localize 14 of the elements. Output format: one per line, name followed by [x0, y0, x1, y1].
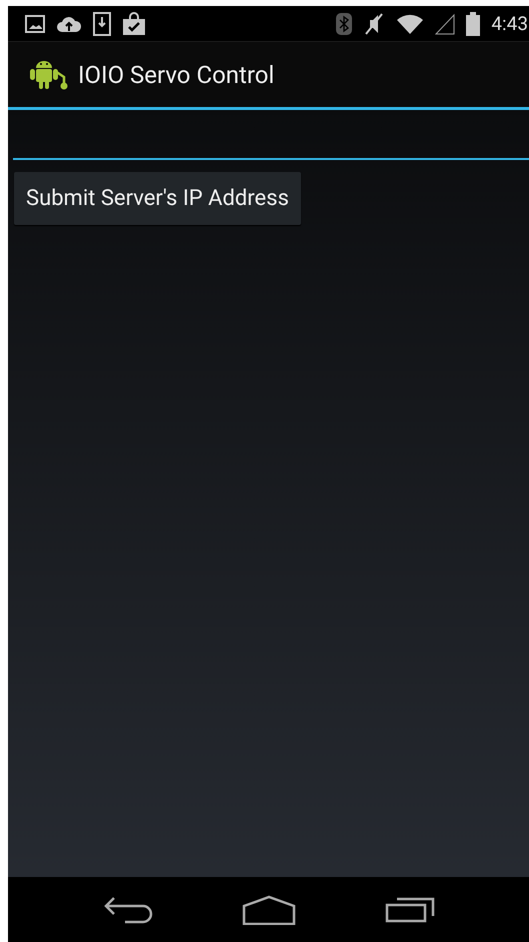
bluetooth-icon — [336, 12, 352, 34]
home-icon[interactable] — [242, 894, 296, 924]
shopping-bag-icon — [122, 12, 146, 36]
picture-icon — [25, 14, 45, 34]
app-title: IOIO Servo Control — [78, 60, 274, 88]
wifi-icon — [396, 12, 424, 34]
recent-apps-icon[interactable] — [384, 896, 434, 924]
muted-icon — [363, 12, 386, 36]
download-icon — [93, 12, 111, 36]
back-icon[interactable] — [102, 896, 152, 924]
signal-icon — [435, 12, 456, 34]
submit-button[interactable]: Submit Server's IP Address — [14, 172, 301, 225]
battery-icon — [466, 12, 480, 36]
clock-time: 4:43 — [491, 12, 529, 35]
